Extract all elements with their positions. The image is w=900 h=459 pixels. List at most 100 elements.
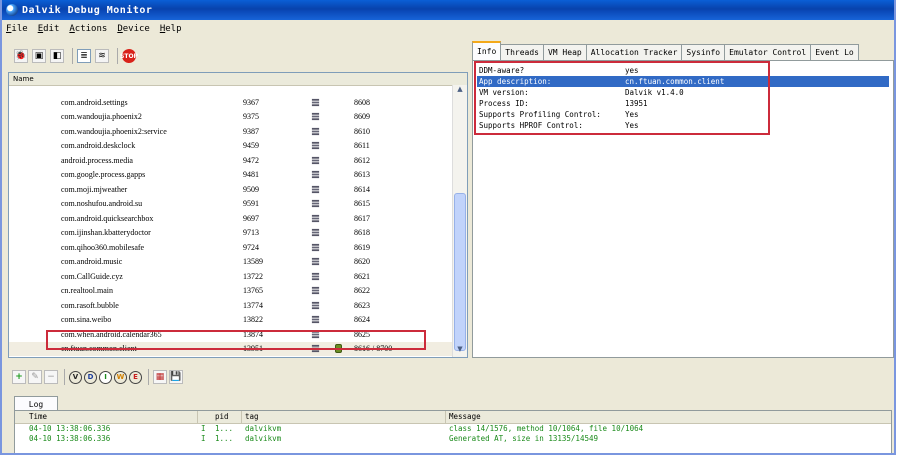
- remove-filter-button[interactable]: −: [44, 370, 58, 384]
- process-row[interactable]: com.google.process.gapps 9481 8613: [9, 168, 454, 183]
- window-title: Dalvik Debug Monitor: [22, 4, 153, 16]
- tab-vm-heap[interactable]: VM Heap: [542, 44, 587, 60]
- process-row[interactable]: com.android.settings 9367 8608: [9, 95, 454, 110]
- edit-filter-button[interactable]: ✎: [28, 370, 42, 384]
- process-row[interactable]: com.android.deskclock 9459 8611: [9, 139, 454, 154]
- debug-port: 8617: [354, 213, 370, 223]
- process-row[interactable]: com.wandoujia.phoenix2:service 9387 8610: [9, 124, 454, 139]
- process-pid: 13874: [243, 329, 263, 339]
- process-row[interactable]: com.when.android.calendar365 13874 8625: [9, 327, 454, 342]
- tab-threads[interactable]: Threads: [500, 44, 544, 60]
- menu-file[interactable]: File: [6, 24, 28, 34]
- debug-process-button[interactable]: 🐞: [14, 49, 28, 63]
- scroll-down-icon[interactable]: ▼: [454, 345, 466, 357]
- process-row[interactable]: com.qihoo360.mobilesafe 9724 8619: [9, 240, 454, 255]
- process-row[interactable]: com.rasoft.bubble 13774 8623: [9, 298, 454, 313]
- column-divider[interactable]: [445, 411, 446, 423]
- log-toolbar: + ✎ − V D I W E ▦ 💾: [8, 362, 892, 392]
- process-row[interactable]: com.android.quicksearchbox 9697 8617: [9, 211, 454, 226]
- message-column-header[interactable]: Message: [449, 412, 481, 421]
- column-divider[interactable]: [197, 411, 198, 423]
- process-scrollbar[interactable]: ▲ ▼: [452, 85, 467, 357]
- tab-log[interactable]: Log: [14, 396, 58, 411]
- info-row[interactable]: Supports HPROF Control: Yes: [477, 120, 889, 131]
- thread-status-icon: [311, 243, 320, 251]
- tag-column-header[interactable]: tag: [245, 412, 259, 421]
- profiling-icon: ≋: [98, 51, 106, 61]
- stop-process-button[interactable]: STOP: [120, 49, 138, 63]
- process-row[interactable]: android.process.media 9472 8612: [9, 153, 454, 168]
- process-pid: 13774: [243, 300, 263, 310]
- verbose-level-button[interactable]: V: [69, 370, 82, 384]
- process-row[interactable]: com.noshufou.android.su 9591 8615: [9, 197, 454, 212]
- tab-emulator-control[interactable]: Emulator Control: [724, 44, 812, 60]
- heap-icon: ▣: [34, 51, 44, 61]
- log-panel: + ✎ − V D I W E ▦ 💾 Log Time pid tag Mes…: [8, 362, 892, 453]
- info-value: Yes: [625, 110, 639, 119]
- debug-level-button[interactable]: D: [84, 370, 97, 384]
- add-filter-button[interactable]: +: [12, 370, 26, 384]
- info-row[interactable]: VM version: Dalvik v1.4.0: [477, 87, 889, 98]
- menu-edit[interactable]: Edit: [38, 24, 60, 34]
- info-key: Supports Profiling Control:: [479, 110, 601, 119]
- clear-log-button[interactable]: ▦: [153, 370, 167, 384]
- log-tag: dalvikvm: [245, 424, 282, 433]
- update-threads-button[interactable]: ≣: [77, 49, 91, 63]
- process-pid: 9472: [243, 155, 259, 165]
- log-row[interactable]: 04-10 13:38:06.336 I 1... dalvikvm Generated…: [15, 434, 891, 444]
- tab-sysinfo[interactable]: Sysinfo: [681, 44, 726, 60]
- tab-bar: Info Threads VM Heap Allocation Tracker Sysi…: [472, 41, 894, 60]
- info-row[interactable]: Supports Profiling Control: Yes: [477, 109, 889, 120]
- tab-event-lo[interactable]: Event Lo: [810, 44, 859, 60]
- debug-port: 8608: [354, 97, 370, 107]
- process-row[interactable]: com.android.music 13589 8620: [9, 255, 454, 270]
- process-row[interactable]: com.moji.mjweather 9509 8614: [9, 182, 454, 197]
- warn-level-button[interactable]: W: [114, 370, 127, 384]
- info-level-button[interactable]: I: [99, 370, 112, 384]
- debug-port: 8619: [354, 242, 370, 252]
- info-row[interactable]: Process ID: 13951: [477, 98, 889, 109]
- time-column-header[interactable]: Time: [29, 412, 47, 421]
- menu-device[interactable]: Device: [117, 24, 150, 34]
- info-row[interactable]: DDM-aware? yes: [477, 65, 889, 76]
- menu-actions[interactable]: Actions: [69, 24, 107, 34]
- log-row[interactable]: 04-10 13:38:06.336 I 1... dalvikvm class 14/…: [15, 424, 891, 434]
- thread-status-icon: [311, 127, 320, 135]
- pid-column-header[interactable]: pid: [215, 412, 229, 421]
- error-level-button[interactable]: E: [129, 370, 142, 384]
- save-log-button[interactable]: 💾: [169, 370, 183, 384]
- process-row[interactable]: com.CallGuide.cyz 13722 8621: [9, 269, 454, 284]
- process-name: com.android.deskclock: [61, 141, 136, 151]
- scroll-up-icon[interactable]: ▲: [454, 85, 466, 97]
- process-row[interactable]: com.wandoujia.phoenix2 9375 8609: [9, 110, 454, 125]
- process-row[interactable]: cn.ftuan.common.client 13951 8616 / 8700: [9, 341, 454, 356]
- debug-port: 8611: [354, 141, 370, 151]
- title-bar[interactable]: Dalvik Debug Monitor: [2, 0, 894, 20]
- info-row[interactable]: App description: cn.ftuan.common.client: [477, 76, 889, 87]
- process-pid: 9387: [243, 126, 259, 136]
- thread-status-icon: [311, 229, 320, 237]
- stop-icon: STOP: [120, 52, 138, 60]
- debug-port: 8621: [354, 271, 370, 281]
- info-value: Dalvik v1.4.0: [625, 88, 684, 97]
- menu-label: dit: [43, 24, 60, 34]
- column-divider[interactable]: [241, 411, 242, 423]
- process-pid: 9713: [243, 228, 259, 238]
- scrollbar-thumb[interactable]: [454, 193, 466, 351]
- menu-help[interactable]: Help: [160, 24, 182, 34]
- process-row[interactable]: cn.realtool.main 13765 8622: [9, 284, 454, 299]
- plus-icon: +: [15, 372, 23, 382]
- tab-allocation-tracker[interactable]: Allocation Tracker: [585, 44, 683, 60]
- process-table-header[interactable]: Name: [9, 73, 467, 86]
- debug-port: 8618: [354, 228, 370, 238]
- thread-status-icon: [311, 345, 320, 353]
- dump-hprof-button[interactable]: ◧: [50, 49, 64, 63]
- process-pid: 9481: [243, 170, 259, 180]
- start-profiling-button[interactable]: ≋: [95, 49, 109, 63]
- process-row[interactable]: com.sina.weibo 13822 8624: [9, 313, 454, 328]
- process-row[interactable]: com.ijinshan.kbatterydoctor 9713 8618: [9, 226, 454, 241]
- process-name: com.wandoujia.phoenix2:service: [61, 126, 167, 136]
- tab-info[interactable]: Info: [472, 41, 502, 60]
- process-pid: 13765: [243, 286, 263, 296]
- update-heap-button[interactable]: ▣: [32, 49, 46, 63]
